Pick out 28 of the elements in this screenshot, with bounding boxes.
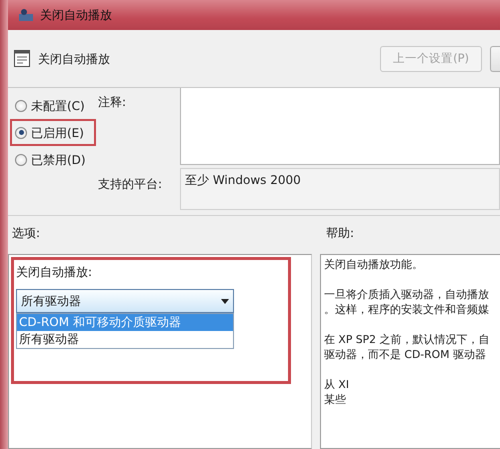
help-text: 从 XI — [324, 377, 350, 392]
policy-icon — [14, 50, 30, 67]
window-icon — [18, 8, 34, 22]
help-label: 帮助: — [326, 226, 354, 240]
comment-field[interactable] — [180, 88, 500, 165]
caret-icon — [221, 298, 229, 304]
radio-label[interactable]: 已禁用(D) — [31, 150, 86, 168]
comment-label: 注释: — [98, 94, 128, 111]
help-text: 在 XP SP2 之前，默认情况下，自 — [324, 332, 490, 347]
help-text: 驱动器，而不是 CD-ROM 驱动器 — [324, 347, 487, 362]
help-text: 。这样，程序的安装文件和音频媒 — [324, 302, 490, 317]
radio-button[interactable] — [15, 126, 27, 138]
radio-button[interactable] — [15, 100, 27, 112]
radio-label[interactable]: 已启用(E) — [31, 124, 84, 142]
platform-label: 支持的平台: — [98, 176, 164, 193]
options-label: 选项: — [12, 226, 40, 240]
dropdown-option[interactable]: 所有驱动器 — [17, 331, 233, 348]
help-text: 关闭自动播放功能。 — [324, 257, 424, 272]
help-text: 某些 — [324, 392, 347, 407]
help-text: 一旦将介质插入驱动器，自动播放 — [324, 287, 490, 302]
drives-dropdown[interactable]: 所有驱动器 — [16, 289, 234, 313]
next-setting-button[interactable] — [490, 46, 500, 72]
platform-field: 至少 Windows 2000 — [180, 168, 500, 210]
radio-label[interactable]: 未配置(C) — [31, 96, 85, 114]
window-title: 关闭自动播放 — [40, 7, 112, 24]
radio-button[interactable] — [15, 154, 27, 166]
policy-title: 关闭自动播放 — [38, 50, 110, 68]
setting-label: 关闭自动播放: — [16, 265, 92, 279]
